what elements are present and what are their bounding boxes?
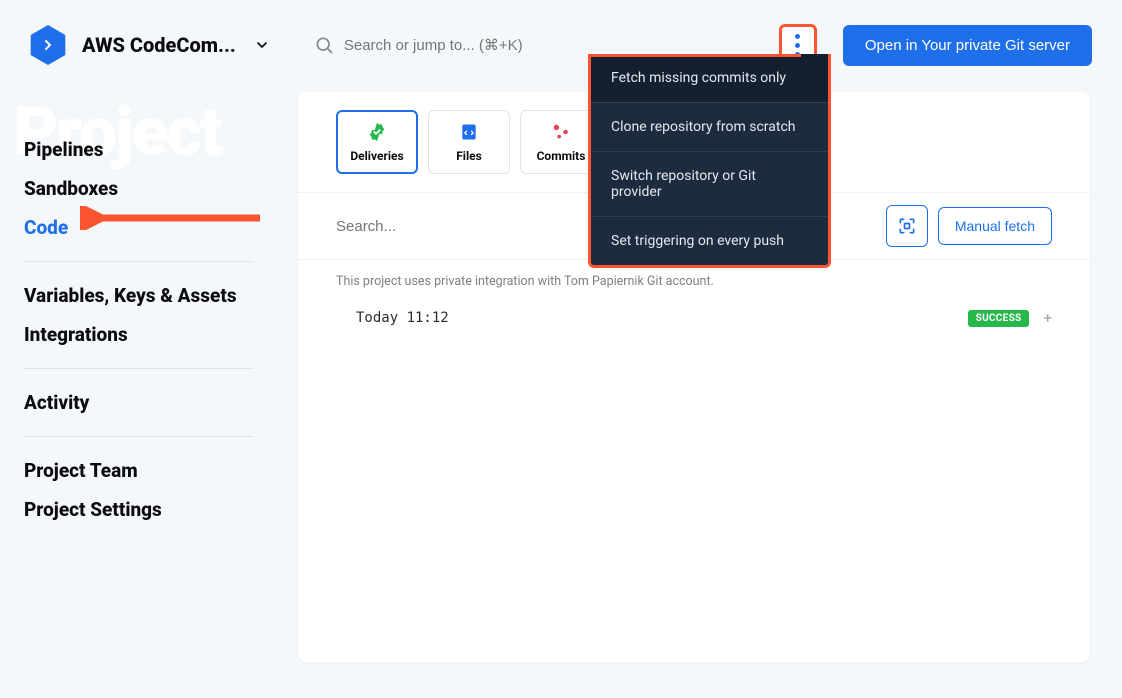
chevron-right-icon (40, 37, 56, 53)
header: AWS CodeCom... Open in Your private Git … (0, 0, 1122, 90)
divider (24, 436, 254, 437)
nav-variables[interactable]: Variables, Keys & Assets (24, 276, 274, 315)
nav-project-team[interactable]: Project Team (24, 451, 274, 490)
tab-label: Files (456, 149, 482, 163)
project-title: AWS CodeCom... (82, 33, 236, 57)
delivery-timestamp: Today 11:12 (356, 310, 968, 326)
menu-item-switch-repo[interactable]: Switch repository or Git provider (591, 152, 828, 217)
project-logo[interactable] (28, 25, 68, 65)
project-dropdown-toggle[interactable] (254, 37, 270, 53)
tab-deliveries[interactable]: Deliveries (336, 110, 418, 174)
nav-project-settings[interactable]: Project Settings (24, 490, 274, 529)
open-git-server-button[interactable]: Open in Your private Git server (843, 25, 1092, 66)
more-actions-menu: Fetch missing commits only Clone reposit… (588, 54, 831, 268)
delivery-row[interactable]: Today 11:12 SUCCESS + (298, 299, 1090, 337)
badge-check-icon (366, 121, 388, 143)
manual-fetch-button[interactable]: Manual fetch (938, 207, 1052, 245)
tab-label: Commits (537, 149, 586, 163)
divider (24, 368, 254, 369)
search-icon (314, 35, 334, 55)
global-search-input[interactable] (344, 37, 664, 54)
menu-item-clone-scratch[interactable]: Clone repository from scratch (591, 103, 828, 152)
scan-button[interactable] (886, 205, 928, 247)
status-badge: SUCCESS (968, 310, 1030, 327)
chevron-down-icon (254, 37, 270, 53)
annotation-border (588, 54, 801, 57)
scan-icon (897, 216, 917, 236)
expand-row-button[interactable]: + (1043, 309, 1052, 327)
nav-integrations[interactable]: Integrations (24, 315, 274, 354)
code-file-icon (458, 121, 480, 143)
tab-label: Deliveries (350, 149, 403, 163)
global-search (314, 35, 765, 55)
nav-pipelines[interactable]: Pipelines (24, 130, 274, 169)
menu-item-set-trigger[interactable]: Set triggering on every push (591, 217, 828, 265)
sidebar-nav: Pipelines Sandboxes Code Variables, Keys… (24, 130, 274, 529)
commit-nodes-icon (550, 121, 572, 143)
nav-code[interactable]: Code (24, 208, 274, 247)
nav-activity[interactable]: Activity (24, 383, 274, 422)
menu-item-fetch-missing[interactable]: Fetch missing commits only (591, 54, 828, 103)
nav-sandboxes[interactable]: Sandboxes (24, 169, 274, 208)
divider (24, 261, 254, 262)
tab-files[interactable]: Files (428, 110, 510, 174)
